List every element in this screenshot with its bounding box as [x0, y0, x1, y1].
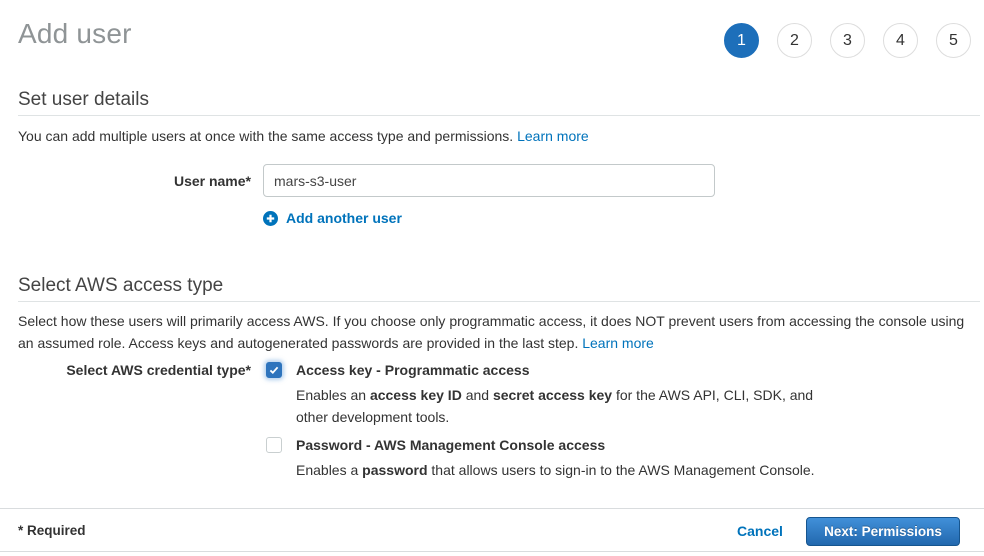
access-type-intro: Select how these users will primarily ac… [18, 310, 976, 354]
step-indicator-5: 5 [936, 23, 971, 58]
step-indicator-1: 1 [724, 23, 759, 58]
next-permissions-button[interactable]: Next: Permissions [806, 517, 960, 546]
access-key-checkbox[interactable] [266, 362, 282, 378]
cancel-button[interactable]: Cancel [737, 523, 783, 539]
add-another-user-link[interactable]: Add another user [263, 210, 402, 226]
access-type-heading: Select AWS access type [18, 275, 223, 297]
user-details-intro: You can add multiple users at once with … [18, 125, 589, 147]
step-indicator-3: 3 [830, 23, 865, 58]
desc-text: Enables an [296, 387, 370, 403]
step-indicator-2: 2 [777, 23, 812, 58]
desc-text: that allows users to sign-in to the AWS … [428, 462, 815, 478]
footer-top-divider [0, 508, 984, 509]
footer-bottom-divider [0, 551, 984, 552]
learn-more-link-user-details[interactable]: Learn more [517, 128, 589, 144]
username-input[interactable] [263, 164, 715, 197]
access-key-option-title: Access key - Programmatic access [296, 362, 529, 378]
plus-circle-icon [263, 211, 278, 226]
section-divider [18, 115, 980, 116]
desc-text: Enables a [296, 462, 362, 478]
desc-text-bold: password [362, 462, 427, 478]
password-option-desc: Enables a password that allows users to … [296, 459, 916, 481]
required-note: * Required [18, 523, 86, 538]
page-title: Add user [18, 18, 132, 50]
access-type-intro-text: Select how these users will primarily ac… [18, 313, 964, 351]
password-checkbox[interactable] [266, 437, 282, 453]
user-details-intro-text: You can add multiple users at once with … [18, 128, 513, 144]
section-divider [18, 301, 980, 302]
desc-text-bold: secret access key [493, 387, 612, 403]
checkmark-icon [268, 364, 280, 376]
wizard-step-indicator: 1 2 3 4 5 [724, 23, 971, 58]
step-indicator-4: 4 [883, 23, 918, 58]
credential-type-label: Select AWS credential type* [18, 362, 251, 378]
desc-text-bold: access key ID [370, 387, 462, 403]
set-user-details-heading: Set user details [18, 89, 149, 111]
learn-more-link-access-type[interactable]: Learn more [582, 335, 654, 351]
desc-text: and [462, 387, 493, 403]
password-option-title: Password - AWS Management Console access [296, 437, 605, 453]
username-label: User name* [18, 173, 251, 189]
add-user-page: Add user 1 2 3 4 5 Set user details You … [0, 0, 984, 556]
access-key-option-desc: Enables an access key ID and secret acce… [296, 384, 824, 428]
add-another-user-label: Add another user [286, 210, 402, 226]
